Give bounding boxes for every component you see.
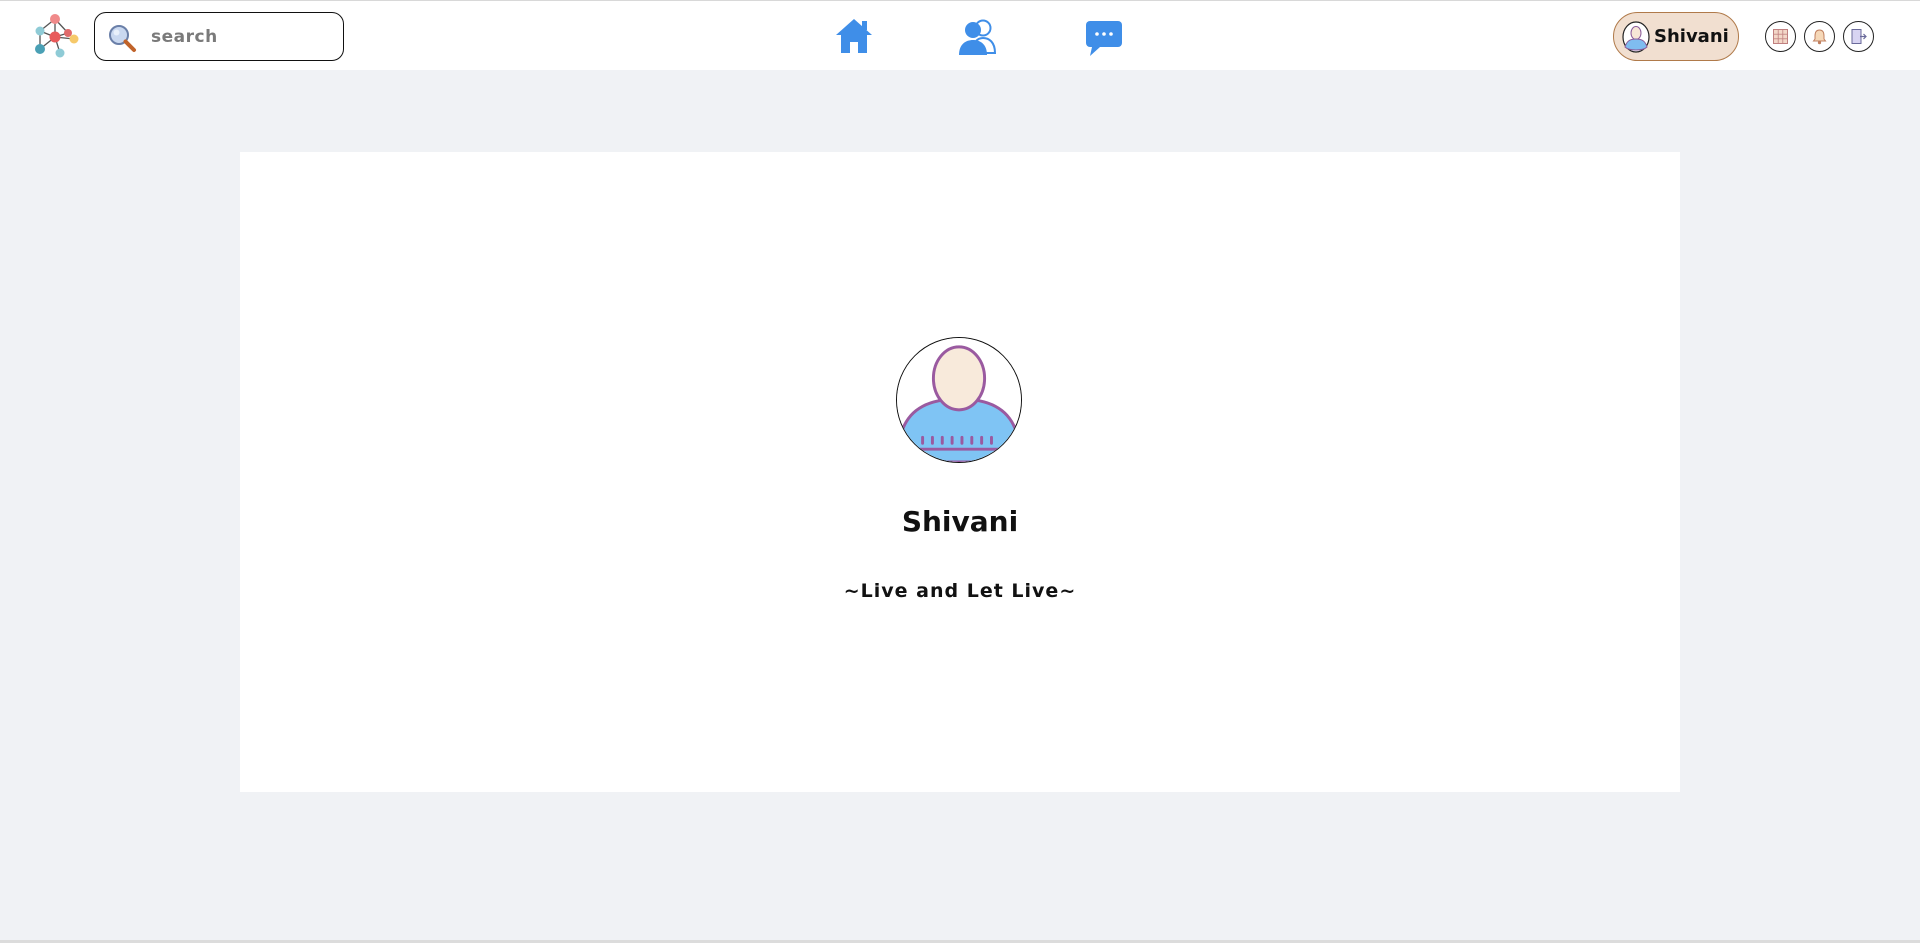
logout-button[interactable] [1843, 21, 1874, 52]
home-icon[interactable] [832, 15, 876, 59]
bell-icon [1812, 29, 1827, 45]
search-box[interactable] [94, 12, 344, 61]
profile-bio: ~Live and Let Live~ [843, 580, 1077, 602]
grid-icon [1773, 29, 1788, 44]
network-logo-icon[interactable] [30, 11, 80, 61]
user-avatar-icon [897, 338, 1021, 462]
user-avatar-icon [1622, 21, 1650, 53]
profile-name: Shivani [901, 505, 1019, 538]
apps-button[interactable] [1765, 21, 1796, 52]
logout-icon [1851, 29, 1867, 44]
notifications-button[interactable] [1804, 21, 1835, 52]
user-profile-button[interactable]: Shivani [1613, 12, 1739, 61]
search-input[interactable] [151, 22, 331, 52]
chat-bubble-icon[interactable] [1082, 15, 1126, 59]
user-pill-name: Shivani [1654, 26, 1729, 47]
users-icon[interactable] [956, 15, 1000, 59]
top-navbar: Shivani [0, 0, 1920, 70]
profile-card: Shivani ~Live and Let Live~ [240, 152, 1680, 792]
profile-avatar[interactable] [896, 337, 1022, 463]
search-magnifier-icon [109, 25, 136, 52]
